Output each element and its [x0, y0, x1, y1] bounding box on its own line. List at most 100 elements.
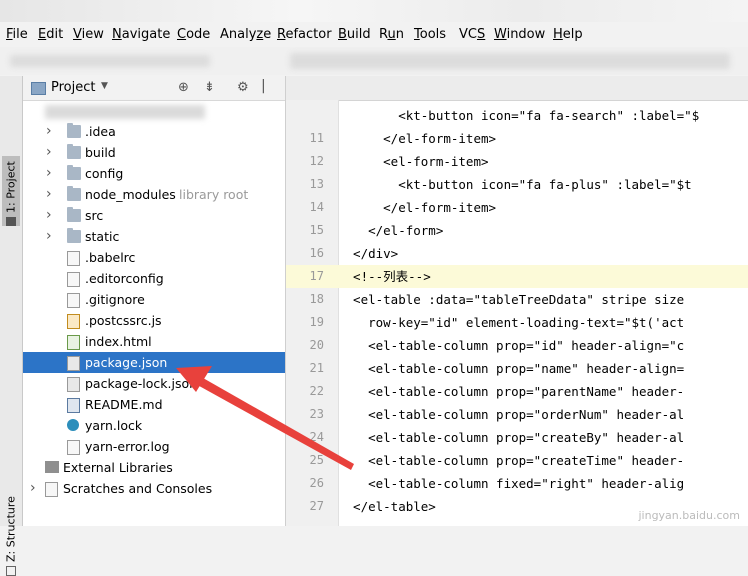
- gear-icon[interactable]: ⚙: [237, 80, 249, 95]
- project-root-blurred: [45, 105, 205, 119]
- code-line[interactable]: <kt-button icon="fa fa-plus" :label="$t: [338, 173, 748, 196]
- tree-item-label: index.html: [85, 334, 152, 349]
- tree-item[interactable]: › config: [23, 163, 285, 184]
- toolbar: [0, 47, 748, 75]
- line-number: 17: [309, 269, 324, 283]
- project-tool-tab[interactable]: 1: Project: [2, 156, 20, 226]
- code-line[interactable]: </el-form-item>: [338, 127, 748, 150]
- line-number: 24: [309, 430, 324, 444]
- code-line[interactable]: row-key="id" element-loading-text="$t('a…: [338, 311, 748, 334]
- json-file-icon: [67, 356, 80, 371]
- code-line[interactable]: <el-table-column prop="createBy" header-…: [338, 426, 748, 449]
- tree-item[interactable]: package-lock.json: [23, 373, 285, 394]
- line-number-gutter: 11 12 13 14 15 16 17 18 19 20 21 22 23 24 25 26 27: [286, 100, 339, 526]
- tree-item[interactable]: › build: [23, 142, 285, 163]
- tree-item[interactable]: › src: [23, 205, 285, 226]
- menu-window[interactable]: Window: [494, 27, 545, 42]
- code-line[interactable]: <el-table-column prop="id" header-align=…: [338, 334, 748, 357]
- expand-arrow-icon[interactable]: ›: [46, 163, 52, 184]
- json-file-icon: [67, 377, 80, 392]
- project-panel-title[interactable]: Project: [51, 80, 95, 95]
- structure-tool-tab[interactable]: Z: Structure: [2, 496, 20, 576]
- expand-arrow-icon[interactable]: ›: [46, 205, 52, 226]
- code-line[interactable]: </el-form>: [338, 219, 748, 242]
- code-line[interactable]: </el-form-item>: [338, 196, 748, 219]
- toolbar-blurred-region: [290, 53, 730, 69]
- tree-item[interactable]: .editorconfig: [23, 268, 285, 289]
- collapse-all-icon[interactable]: ⇟: [204, 80, 215, 95]
- folder-icon: [67, 186, 81, 201]
- code-line[interactable]: <kt-button icon="fa fa-search" :label="$: [338, 104, 748, 127]
- code-line[interactable]: <el-table-column prop="orderNum" header-…: [338, 403, 748, 426]
- menu-code[interactable]: Code: [177, 27, 210, 42]
- tree-item-label: .idea: [85, 124, 116, 139]
- code-line[interactable]: <el-table-column prop="createTime" heade…: [338, 449, 748, 472]
- view-dropdown-icon[interactable]: ▼: [101, 81, 108, 91]
- line-number: 23: [309, 407, 324, 421]
- code-line[interactable]: <el-table-column prop="parentName" heade…: [338, 380, 748, 403]
- tree-item-label: README.md: [85, 397, 163, 412]
- menu-help[interactable]: Help: [553, 27, 583, 42]
- code-line[interactable]: <el-table-column fixed="right" header-al…: [338, 472, 748, 495]
- md-file-icon: [67, 398, 80, 413]
- code-editor[interactable]: 11 12 13 14 15 16 17 18 19 20 21 22 23 24 25 26 27 <kt-b…: [286, 76, 748, 526]
- left-tool-stripe: 1: Project Z: Structure: [0, 76, 23, 576]
- project-view-icon: [31, 82, 46, 95]
- line-number: 21: [309, 361, 324, 375]
- tree-item[interactable]: package.json: [23, 352, 285, 373]
- menu-tools[interactable]: Tools: [414, 27, 446, 42]
- menu-file[interactable]: File: [6, 27, 28, 42]
- line-number: 26: [309, 476, 324, 490]
- folder-icon: [67, 123, 81, 138]
- expand-arrow-icon[interactable]: ›: [46, 142, 52, 163]
- expand-arrow-icon[interactable]: ›: [30, 478, 36, 499]
- project-tool-tab-label: 1: Project: [4, 161, 18, 213]
- tree-item[interactable]: yarn.lock: [23, 415, 285, 436]
- tree-item[interactable]: .gitignore: [23, 289, 285, 310]
- tree-item[interactable]: index.html: [23, 331, 285, 352]
- tree-item[interactable]: › static: [23, 226, 285, 247]
- structure-tool-tab-label: Z: Structure: [4, 496, 18, 562]
- line-number: 18: [309, 292, 324, 306]
- tree-item[interactable]: .postcssrc.js: [23, 310, 285, 331]
- expand-arrow-icon[interactable]: ›: [46, 121, 52, 142]
- file-file-icon: [67, 251, 80, 266]
- tree-item-label: External Libraries: [63, 460, 173, 475]
- tree-item[interactable]: yarn-error.log: [23, 436, 285, 457]
- tree-item[interactable]: README.md: [23, 394, 285, 415]
- expand-arrow-icon[interactable]: ›: [46, 184, 52, 205]
- line-number: 16: [309, 246, 324, 260]
- line-number: 22: [309, 384, 324, 398]
- tree-item[interactable]: External Libraries: [23, 457, 285, 478]
- code-line[interactable]: </div>: [338, 242, 748, 265]
- expand-arrow-icon[interactable]: ›: [46, 226, 52, 247]
- html-file-icon: [67, 335, 80, 350]
- locate-icon[interactable]: ⊕: [178, 80, 189, 95]
- tree-item-label: yarn.lock: [85, 418, 143, 433]
- menu-refactor[interactable]: Refactor: [277, 27, 332, 42]
- menu-run[interactable]: Run: [379, 27, 404, 42]
- menu-analyze[interactable]: Analyze: [220, 27, 271, 42]
- code-line[interactable]: <el-table :data="tableTreeDdata" stripe …: [338, 288, 748, 311]
- menu-view[interactable]: View: [73, 27, 104, 42]
- code-line[interactable]: <!--列表-->: [338, 265, 748, 288]
- tree-item-annotation: library root: [179, 187, 249, 202]
- window-title-bar: [0, 0, 748, 22]
- tree-item[interactable]: › Scratches and Consoles: [23, 478, 285, 499]
- code-line[interactable]: <el-form-item>: [338, 150, 748, 173]
- tree-item[interactable]: › node_modules library root: [23, 184, 285, 205]
- code-line[interactable]: <el-table-column prop="name" header-alig…: [338, 357, 748, 380]
- menu-vcs[interactable]: VCS: [459, 27, 485, 42]
- line-number: 12: [309, 154, 324, 168]
- tree-item[interactable]: › .idea: [23, 121, 285, 142]
- menu-navigate[interactable]: Navigate: [112, 27, 170, 42]
- hide-icon[interactable]: |: [261, 78, 266, 94]
- line-number: 11: [309, 131, 324, 145]
- editor-tabs-bar: [286, 76, 748, 101]
- menu-build[interactable]: Build: [338, 27, 371, 42]
- tree-item-label: node_modules: [85, 187, 176, 202]
- menu-edit[interactable]: Edit: [38, 27, 63, 42]
- tree-item[interactable]: .babelrc: [23, 247, 285, 268]
- project-panel-header: Project ▼ ⊕ ⇟ ⚙ |: [23, 76, 285, 101]
- line-number: 19: [309, 315, 324, 329]
